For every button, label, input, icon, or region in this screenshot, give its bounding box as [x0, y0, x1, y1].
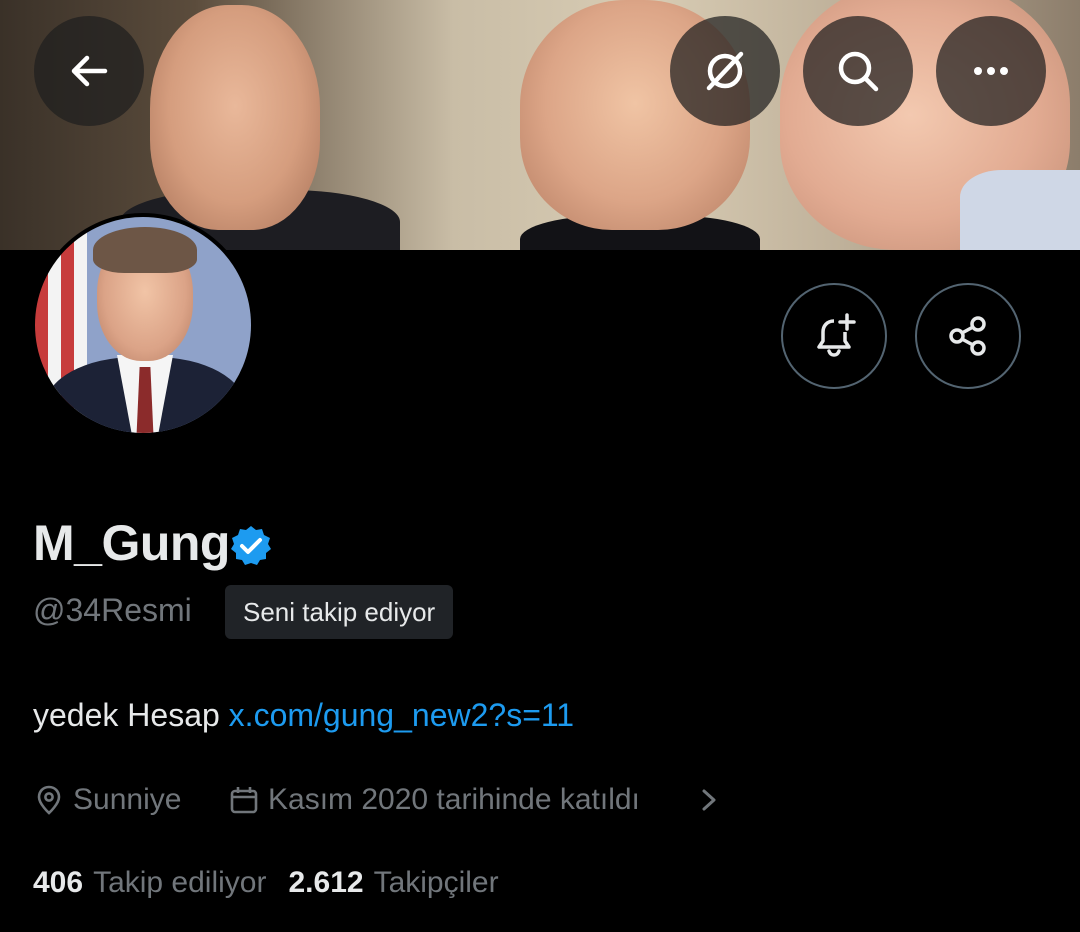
- grok-button[interactable]: [670, 16, 780, 126]
- search-button[interactable]: [803, 16, 913, 126]
- more-button[interactable]: [936, 16, 1046, 126]
- following-count: 406: [33, 866, 84, 899]
- notify-button[interactable]: [781, 283, 887, 389]
- followers-label: Takipçiler: [373, 866, 499, 899]
- follow-stats: 406 Takip ediliyor 2.612 Takipçiler: [33, 866, 499, 900]
- bio: yedek Hesap x.com/gung_new2?s=11: [33, 697, 574, 734]
- share-button[interactable]: [915, 283, 1021, 389]
- calendar-icon: [230, 787, 258, 814]
- bio-text: yedek Hesap: [33, 697, 229, 733]
- bell-plus-icon: [817, 313, 856, 357]
- followers-link[interactable]: 2.612 Takipçiler: [288, 866, 498, 900]
- handle: @34Resmi: [33, 592, 192, 628]
- bio-link[interactable]: x.com/gung_new2?s=11: [229, 697, 574, 733]
- back-button[interactable]: [34, 16, 144, 126]
- location-pin-icon: [37, 785, 61, 815]
- more-horizontal-icon: [974, 67, 1008, 75]
- avatar-image: [35, 217, 251, 433]
- avatar-figure: [93, 227, 197, 273]
- arrow-left-icon: [71, 55, 108, 87]
- join-date[interactable]: Kasım 2020 tarihinde katıldı: [228, 780, 640, 820]
- avatar[interactable]: [31, 213, 255, 437]
- verified-badge-icon[interactable]: [229, 524, 273, 568]
- following-link[interactable]: 406 Takip ediliyor: [33, 866, 266, 900]
- share-icon: [949, 316, 986, 356]
- chevron-right-icon[interactable]: [696, 784, 722, 816]
- following-label: Takip ediliyor: [93, 866, 267, 899]
- banner-figure: [960, 170, 1080, 250]
- follows-you-badge: Seni takip ediyor: [225, 585, 454, 639]
- grok-icon: [706, 51, 744, 91]
- profile-banner[interactable]: [0, 0, 1080, 250]
- followers-count: 2.612: [288, 866, 364, 899]
- search-icon: [838, 51, 879, 92]
- location: Sunniye: [33, 780, 181, 820]
- join-date-text: Kasım 2020 tarihinde katıldı: [268, 783, 640, 816]
- banner-figure: [150, 5, 320, 230]
- location-text: Sunniye: [73, 783, 182, 816]
- display-name: M_Gung: [33, 515, 230, 571]
